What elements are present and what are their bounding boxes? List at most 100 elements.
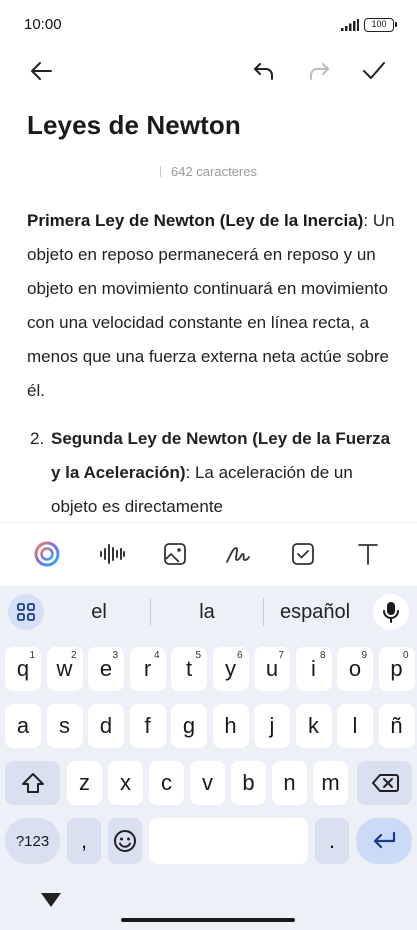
first-law-colon: : (363, 211, 369, 230)
character-count: 642 caracteres (0, 164, 417, 179)
key-letter: r (143, 656, 152, 681)
key-letter: x (120, 770, 131, 795)
key-number-hint: 8 (319, 650, 326, 661)
key-letter: f (144, 713, 151, 738)
key-letter: p (390, 656, 403, 681)
key-p[interactable]: p0 (378, 647, 415, 691)
emoji-icon (114, 830, 136, 852)
key-letter: d (99, 713, 113, 738)
key-s[interactable]: s (46, 704, 83, 748)
key-o[interactable]: o9 (337, 647, 373, 691)
microphone-icon (383, 602, 399, 623)
suggestion-2[interactable]: la (158, 598, 256, 626)
list-number: 2. (30, 429, 45, 448)
key-r[interactable]: r4 (129, 647, 166, 691)
enter-icon (373, 831, 396, 849)
key-letter: y (225, 656, 236, 681)
key-letter: c (161, 770, 172, 795)
voice-input-icon[interactable] (96, 538, 128, 570)
key-letter: k (308, 713, 319, 738)
key-letter: z (79, 770, 90, 795)
handwriting-icon[interactable] (222, 538, 254, 570)
key-y[interactable]: y6 (212, 647, 249, 691)
key-k[interactable]: k (295, 704, 332, 748)
key-a[interactable]: a (5, 704, 41, 748)
key-d[interactable]: d (88, 704, 124, 748)
key-letter: m (321, 770, 340, 795)
key-letter: j (269, 713, 275, 738)
list-item-second-law[interactable]: 2. Segunda Ley de Newton (Ley de la Fuer… (30, 422, 400, 524)
microphone-button[interactable] (373, 594, 409, 630)
key-number-hint: 9 (361, 650, 367, 661)
key-letter: q (16, 656, 30, 681)
first-law-text: Un objeto en reposo permanecerá en repos… (27, 211, 395, 400)
shift-icon (21, 773, 44, 793)
keyboard-menu-button[interactable] (8, 594, 44, 630)
key-letter: o (348, 656, 362, 681)
key-letter: g (182, 713, 196, 738)
key-letter: i (311, 656, 316, 681)
suggestion-1[interactable]: el (56, 598, 142, 626)
key-u[interactable]: u7 (254, 647, 290, 691)
key-x[interactable]: x (108, 761, 143, 805)
key-letter: b (242, 770, 255, 795)
key-l[interactable]: l (337, 704, 373, 748)
checklist-icon[interactable] (287, 538, 319, 570)
back-icon[interactable] (26, 55, 58, 87)
key-i[interactable]: i8 (295, 647, 332, 691)
key-ñ[interactable]: ñ (378, 704, 415, 748)
suggestion-3[interactable]: español (270, 598, 360, 626)
text-format-icon[interactable] (352, 538, 384, 570)
period-key[interactable]: . (315, 818, 349, 864)
comma-key[interactable]: , (67, 818, 101, 864)
symbols-key[interactable]: ?123 (5, 818, 60, 864)
battery-icon: 100 (364, 18, 397, 32)
key-letter: t (185, 656, 193, 681)
ai-assistant-icon[interactable] (31, 538, 63, 570)
hide-keyboard-icon[interactable] (41, 893, 61, 907)
key-letter: e (99, 656, 113, 681)
key-v[interactable]: v (190, 761, 225, 805)
key-number-hint: 0 (402, 650, 409, 661)
key-h[interactable]: h (212, 704, 249, 748)
key-g[interactable]: g (171, 704, 207, 748)
key-letter: u (265, 656, 279, 681)
status-time: 10:00 (24, 16, 62, 33)
key-c[interactable]: c (149, 761, 184, 805)
backspace-key[interactable] (357, 761, 412, 805)
keyboard (0, 586, 417, 930)
key-letter: v (202, 770, 213, 795)
key-letter: l (352, 713, 358, 738)
space-key[interactable] (149, 818, 308, 864)
key-w[interactable]: w2 (46, 647, 83, 691)
key-number-hint: 1 (29, 650, 35, 661)
suggestion-divider (150, 598, 151, 626)
emoji-key[interactable] (108, 818, 142, 864)
redo-icon[interactable] (303, 55, 335, 87)
key-z[interactable]: z (67, 761, 102, 805)
cursor-divider (160, 166, 161, 177)
signal-icon (341, 19, 359, 31)
key-letter: a (16, 713, 30, 738)
key-q[interactable]: q1 (5, 647, 41, 691)
note-body[interactable]: Primera Ley de Newton (Ley de la Inercia… (27, 204, 397, 408)
key-f[interactable]: f (129, 704, 166, 748)
key-b[interactable]: b (231, 761, 266, 805)
key-letter: ñ (390, 713, 403, 738)
key-t[interactable]: t5 (171, 647, 207, 691)
image-icon[interactable] (159, 538, 191, 570)
key-number-hint: 5 (195, 650, 201, 661)
key-number-hint: 3 (112, 650, 118, 661)
note-title[interactable]: Leyes de Newton (27, 110, 241, 141)
key-m[interactable]: m (313, 761, 348, 805)
shift-key[interactable] (5, 761, 60, 805)
key-letter: h (224, 713, 237, 738)
key-n[interactable]: n (272, 761, 307, 805)
home-indicator[interactable] (121, 918, 295, 922)
undo-icon[interactable] (248, 55, 280, 87)
enter-key[interactable] (356, 818, 412, 864)
key-number-hint: 4 (153, 650, 160, 661)
check-icon[interactable] (358, 55, 390, 87)
key-e[interactable]: e3 (88, 647, 124, 691)
key-j[interactable]: j (254, 704, 290, 748)
